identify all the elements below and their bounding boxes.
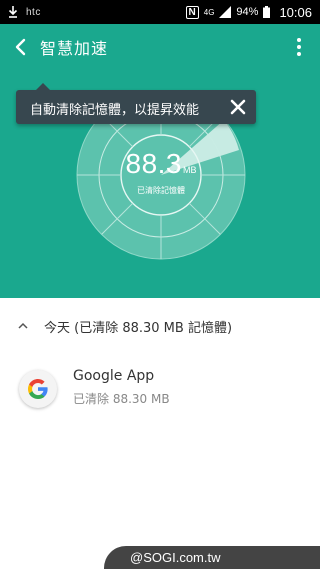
list-item[interactable]: Google App 已清除 88.30 MB: [0, 362, 320, 418]
status-bar: htc N 4G 94% 10:06: [0, 0, 320, 24]
app-name: Google App: [73, 368, 155, 384]
tooltip: 自動清除記憶體，以提昇效能: [16, 83, 256, 124]
brand-label: htc: [26, 6, 41, 18]
download-icon: [8, 6, 18, 18]
nfc-icon: N: [185, 5, 199, 19]
watermark: @SOGI.com.tw: [104, 546, 320, 569]
cleanup-history: 今天 (已清除 88.30 MB 記憶體) Google App 已清除 88.…: [0, 298, 320, 569]
signal-icon: [219, 6, 232, 18]
gauge-unit: MB: [183, 165, 197, 175]
more-options-icon[interactable]: [296, 38, 302, 56]
network-type: 4G: [203, 7, 215, 17]
tooltip-text: 自動清除記憶體，以提昇效能: [30, 103, 200, 118]
google-g-icon: [19, 370, 57, 408]
gauge-value: 88.3: [125, 148, 182, 179]
chevron-up-icon: [18, 322, 28, 329]
page-title: 智慧加速: [40, 39, 109, 58]
battery-icon: [263, 6, 271, 18]
app-freed-memory: 已清除 88.30 MB: [73, 392, 170, 406]
boost-header: 智慧加速 88.3MB 已清除記憶體 自動清除記憶體，以提昇效能: [0, 24, 320, 298]
toolbar: 智慧加速: [0, 24, 320, 70]
back-arrow-icon[interactable]: [10, 35, 32, 59]
section-title: 今天 (已清除 88.30 MB 記憶體): [44, 321, 233, 336]
clock: 10:06: [279, 4, 312, 20]
gauge-label: 已清除記憶體: [137, 186, 185, 195]
section-header-today[interactable]: 今天 (已清除 88.30 MB 記憶體): [0, 314, 320, 342]
close-icon[interactable]: [230, 99, 246, 115]
battery-percent: 94%: [236, 6, 259, 18]
